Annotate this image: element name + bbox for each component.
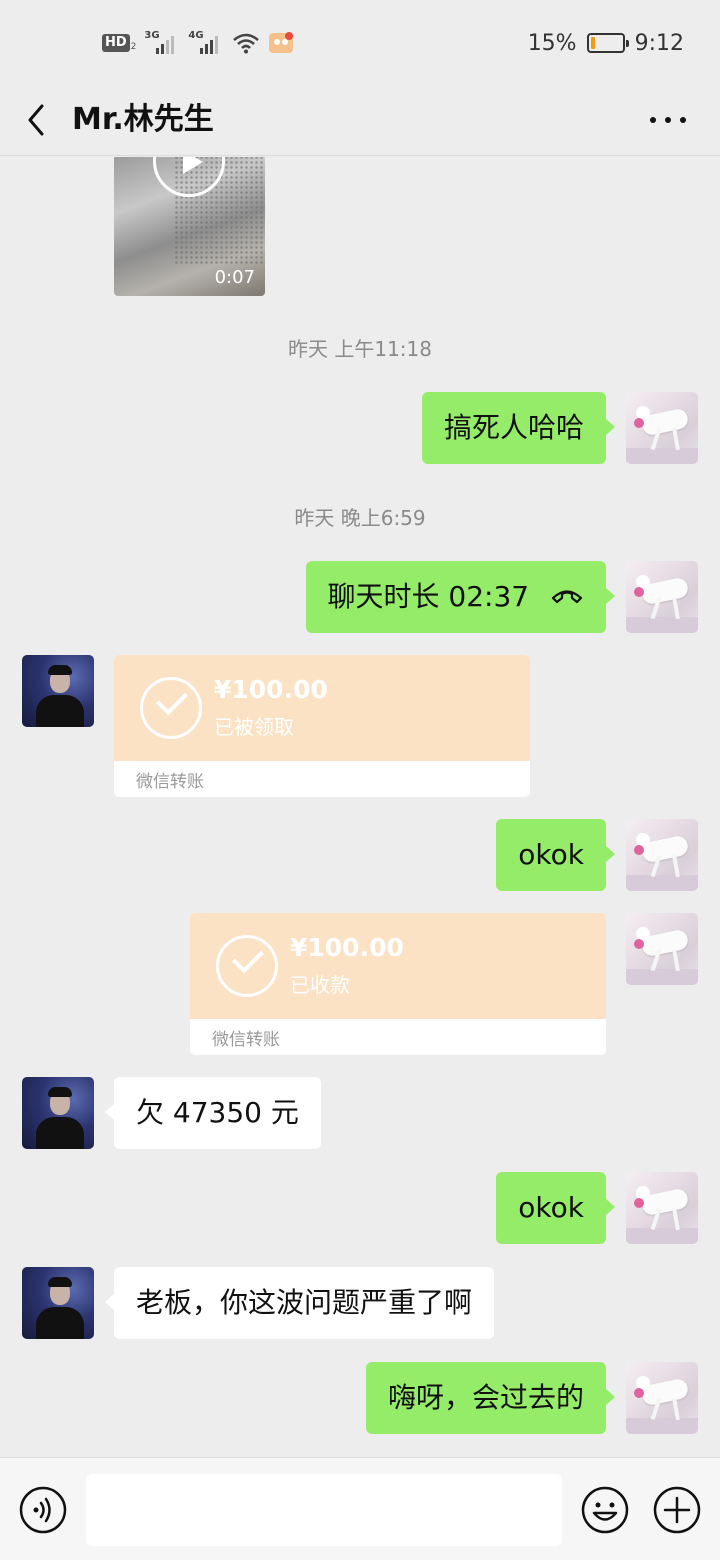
input-bar bbox=[0, 1457, 720, 1560]
avatar-contact[interactable] bbox=[22, 1267, 94, 1339]
transfer-card-sent[interactable]: ¥100.00 已收款 微信转账 bbox=[190, 913, 606, 1055]
call-duration-message[interactable]: 聊天时长 02:37 bbox=[305, 561, 615, 633]
transfer-status: 已被领取 bbox=[214, 715, 294, 739]
status-icons-right: 15% 9:12 bbox=[528, 28, 684, 58]
signal-4g-icon: 4G bbox=[188, 30, 224, 56]
battery-percent: 15% bbox=[527, 30, 577, 56]
call-duration-text: 聊天时长 02:37 bbox=[327, 580, 530, 613]
app-notification-icon bbox=[269, 32, 294, 53]
check-circle-icon bbox=[140, 677, 202, 739]
chat-header: Mr.林先生 bbox=[0, 84, 720, 156]
signal-3g-icon: 3G bbox=[144, 30, 180, 56]
message-input[interactable] bbox=[86, 1474, 562, 1546]
transfer-status: 已收款 bbox=[290, 973, 350, 997]
transfer-label: 微信转账 bbox=[136, 772, 204, 792]
transfer-amount: ¥100.00 bbox=[214, 675, 328, 704]
avatar-self[interactable] bbox=[626, 561, 698, 633]
status-icons-left: HD 2 3G 4G bbox=[102, 28, 294, 58]
battery-icon bbox=[586, 33, 629, 53]
timestamp: 昨天 上午11:18 bbox=[288, 337, 432, 361]
message-list[interactable]: 0:07 昨天 上午11:18 搞死人哈哈 昨天 晚上6:59 聊天时长 02:… bbox=[0, 157, 720, 1457]
transfer-amount: ¥100.00 bbox=[290, 933, 404, 962]
status-bar: HD 2 3G 4G 15% 9:12 bbox=[0, 0, 720, 84]
timestamp: 昨天 晚上6:59 bbox=[294, 506, 426, 530]
wifi-icon bbox=[233, 33, 260, 54]
avatar-self[interactable] bbox=[626, 913, 698, 985]
message-bubble-mine[interactable]: 嗨呀，会过去的 bbox=[365, 1362, 616, 1434]
avatar-contact[interactable] bbox=[22, 655, 94, 727]
check-circle-icon bbox=[216, 935, 278, 997]
message-bubble-contact[interactable]: 老板，你这波问题严重了啊 bbox=[104, 1267, 495, 1339]
avatar-self[interactable] bbox=[626, 392, 698, 464]
plus-icon[interactable] bbox=[653, 1486, 701, 1534]
phone-hangup-icon bbox=[551, 590, 583, 604]
transfer-label: 微信转账 bbox=[212, 1030, 280, 1050]
avatar-self[interactable] bbox=[626, 1172, 698, 1244]
avatar-self[interactable] bbox=[626, 1362, 698, 1434]
clock: 9:12 bbox=[634, 30, 684, 56]
avatar-self[interactable] bbox=[626, 819, 698, 891]
message-bubble-contact[interactable]: 欠 47350 元 bbox=[105, 1077, 321, 1149]
hd-voice-indicator: HD 2 bbox=[102, 34, 136, 52]
more-dots-icon[interactable] bbox=[650, 104, 686, 136]
message-bubble-mine[interactable]: okok bbox=[496, 1172, 615, 1244]
transfer-card-received[interactable]: ¥100.00 已被领取 微信转账 bbox=[114, 655, 530, 797]
avatar-contact[interactable] bbox=[22, 1077, 94, 1149]
message-bubble-mine[interactable]: okok bbox=[496, 819, 615, 891]
chat-title: Mr.林先生 bbox=[72, 102, 214, 137]
message-bubble-mine[interactable]: 搞死人哈哈 bbox=[421, 392, 616, 464]
video-duration: 0:07 bbox=[214, 267, 255, 288]
emoji-icon[interactable] bbox=[581, 1486, 629, 1534]
voice-icon[interactable] bbox=[19, 1486, 67, 1534]
video-message[interactable]: 0:07 bbox=[114, 157, 265, 296]
chevron-left-icon[interactable] bbox=[22, 98, 58, 142]
